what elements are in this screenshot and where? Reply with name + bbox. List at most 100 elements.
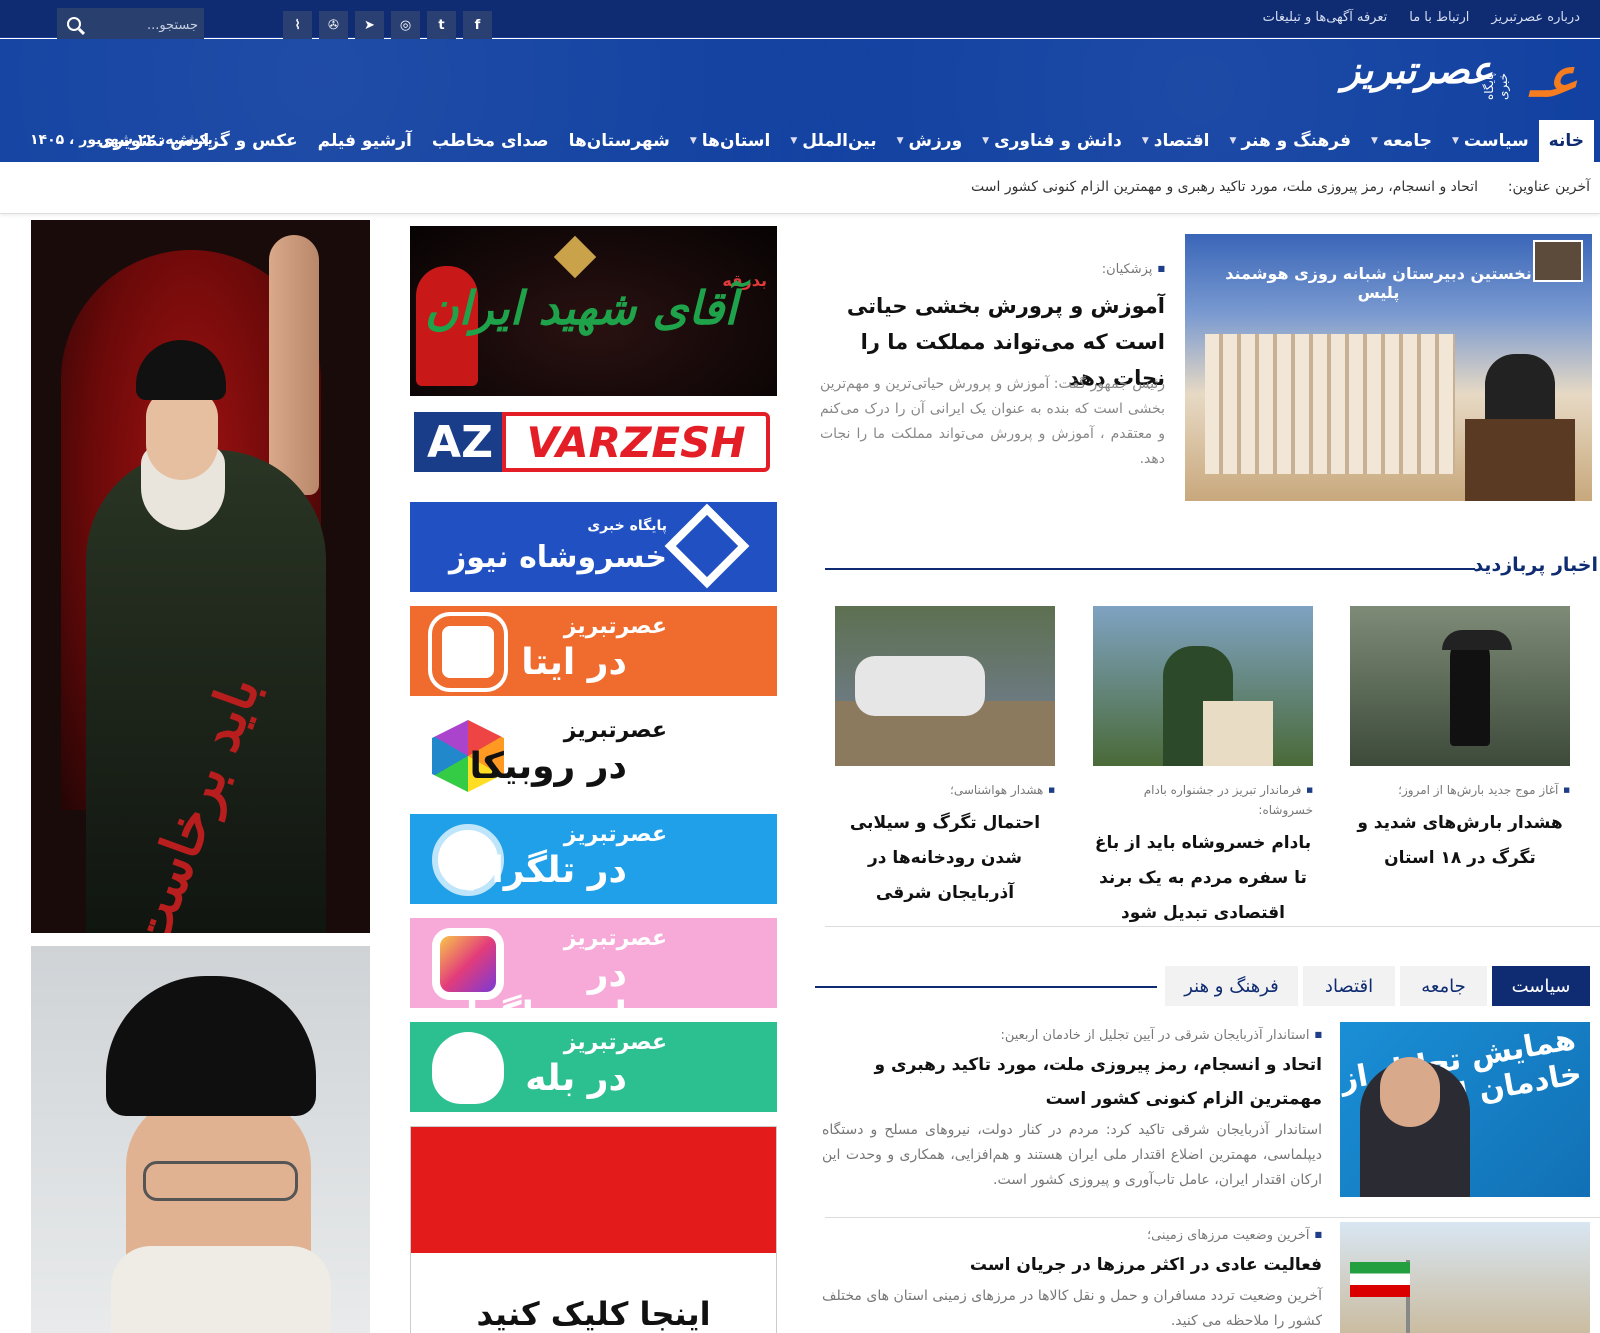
ornament-icon [553,235,597,279]
ticker-headline[interactable]: اتحاد و انسجام، رمز پیروزی ملت، مورد تاک… [971,179,1478,195]
nav-item-cities[interactable]: شهرستان‌ها [559,120,680,162]
top-link-ads[interactable]: تعرفه آگهی‌ها و تبلیغات [1263,10,1388,25]
popular-card-image [1350,606,1570,766]
story-summary: استاندار آذربایجان شرقی تاکید کرد: مردم … [822,1122,1322,1188]
nav-item-international[interactable]: بین‌الملل ▼ [780,120,886,162]
ad-rubika[interactable]: عصرتبریز در روبیکا [410,710,777,800]
lead-image-portrait [1533,240,1583,282]
nav-item-provinces[interactable]: استان‌ها ▼ [680,120,780,162]
ticker-label: آخرین عناوین: [1507,179,1590,195]
umbrella-icon [1442,630,1512,650]
lead-story-image[interactable]: نخستین دبیرستان شبانه روزی هوشمند پلیس [1185,234,1592,501]
twitter-icon[interactable]: t [427,11,456,40]
social-icons: ⌇ ✇ ➤ ◎ t f [283,11,492,40]
nav-item-audience-voice[interactable]: صدای مخاطب [422,120,559,162]
ad-click-here[interactable]: اینجا کلیک کنید [410,1126,777,1333]
popular-card-image [1093,606,1313,766]
lead-story-summary: رئیس جمهور گفت: آموزش و پرورش حیاتی‌ترین… [820,376,1165,467]
current-date: یکشنبه، ۲۲ شهریور ، ۱۴۰۵ [30,132,213,148]
poster-arm [269,235,319,495]
popular-card-kicker: آغاز موج جدید بارش‌ها از امروز؛ [1350,780,1570,800]
section-divider-line [825,568,1475,570]
nav-label: فرهنگ و هنر [1241,131,1351,151]
tab-culture[interactable]: فرهنگ و هنر [1165,966,1298,1006]
ad-social-small: عصرتبریز [563,718,667,743]
chevron-down-icon: ▼ [1370,136,1378,146]
ad-azvarzesh-varzesh: VARZESH [502,412,770,472]
aparat-icon[interactable]: ✇ [319,11,348,40]
ad-instagram[interactable]: عصرتبریز در اینستاگرام [410,918,777,1008]
ad-social-big: در ایتا [521,642,627,683]
search-box [57,8,204,42]
lead-image-building [1205,334,1455,474]
ad-khosroshah-news[interactable]: پایگاه خبری خسروشاه نیوز [410,502,777,592]
nav-item-society[interactable]: جامعه ▼ [1361,120,1442,162]
chevron-down-icon: ▼ [982,136,990,146]
tab-society[interactable]: جامعه [1400,966,1487,1006]
nav-item-culture[interactable]: فرهنگ و هنر ▼ [1220,120,1361,162]
popular-card-title[interactable]: بادام خسروشاه باید از باغ تا سفره مردم ب… [1093,826,1313,931]
story-title[interactable]: اتحاد و انسجام، رمز پیروزی ملت، مورد تاک… [822,1048,1322,1116]
tab-economy[interactable]: اقتصاد [1303,966,1395,1006]
search-icon[interactable] [67,17,81,31]
tab-politics[interactable]: سیاست [1492,966,1590,1006]
popular-card-kicker: فرماندار تبریز در جشنواره بادام خسروشاه: [1093,780,1313,820]
logo-name: عصرتبریز [1341,47,1493,92]
popular-card[interactable]: آغاز موج جدید بارش‌ها از امروز؛ هشدار با… [1350,606,1570,876]
news-ticker: آخرین عناوین: اتحاد و انسجام، رمز پیروزی… [0,162,1600,214]
story-image [1340,1222,1590,1333]
poster-leader-portrait[interactable] [31,946,370,1333]
site-logo[interactable]: عـ پایگاه خبری عصرتبریز [1298,39,1588,121]
ad-red-block [411,1127,776,1253]
top-link-about[interactable]: درباره عصرتبریز [1491,10,1580,25]
section-divider [825,926,1600,927]
nav-item-film-archive[interactable]: آرشیو فیلم [308,120,422,162]
image-figure [1450,636,1490,746]
khosroshah-logo-icon [664,503,750,589]
popular-card-title[interactable]: هشدار بارش‌های شدید و تگرگ در ۱۸ استان [1350,806,1570,876]
ad-martyr-banner[interactable]: بدرقه آقای شهید ایران [410,226,777,396]
top-bar: درباره عصرتبریز ارتباط با ما تعرفه آگهی‌… [0,0,1600,42]
nav-item-economy[interactable]: اقتصاد ▼ [1132,120,1220,162]
ad-khosroshah-small: پایگاه خبری [587,518,667,534]
portrait-glasses [143,1161,298,1201]
ad-telegram[interactable]: عصرتبریز در تلگرام [410,814,777,904]
ad-social-big: در بله [525,1058,627,1099]
popular-card[interactable]: فرماندار تبریز در جشنواره بادام خسروشاه:… [1093,606,1313,931]
section-divider [825,1217,1600,1218]
ad-click-text: اینجا کلیک کنید [476,1295,711,1333]
popular-card[interactable]: هشدار هواشناسی؛ احتمال تگرگ و سیلابی شدن… [835,606,1055,911]
nav-item-science[interactable]: دانش و فناوری ▼ [972,120,1132,162]
poster-leader-raised-fist[interactable]: باید برخاست [31,220,370,933]
instagram-icon[interactable]: ◎ [391,11,420,40]
top-link-contact[interactable]: ارتباط با ما [1409,10,1469,25]
ad-social-small: عصرتبریز [563,1030,667,1055]
search-input[interactable] [94,8,204,42]
logo-mark: عـ [1529,45,1578,109]
telegram-icon[interactable]: ➤ [355,11,384,40]
ad-azvarzesh[interactable]: AZ VARZESH [410,404,777,484]
image-podium [1203,701,1273,766]
popular-card-title[interactable]: احتمال تگرگ و سیلابی شدن رودخانه‌ها در آ… [835,806,1055,911]
ad-social-big: در روبیکا [469,746,628,787]
nav-home[interactable]: خانه [1538,120,1594,162]
chevron-down-icon: ▼ [790,136,798,146]
popular-card-kicker: هشدار هواشناسی؛ [835,780,1055,800]
nav-label: دانش و فناوری [994,131,1122,151]
rss-icon[interactable]: ⌇ [283,11,312,40]
facebook-icon[interactable]: f [463,11,492,40]
portrait-turban [106,976,316,1116]
nav-item-politics[interactable]: سیاست ▼ [1442,120,1539,162]
story-image: همایش تجلیل از خادمان اربعین [1340,1022,1590,1197]
story-title[interactable]: فعالیت عادی در اکثر مرزها در جریان است [822,1248,1322,1282]
ad-eitaa[interactable]: عصرتبریز در ایتا [410,606,777,696]
story-summary: آخرین وضعیت تردد مسافران و حمل و نقل کال… [822,1288,1322,1329]
ad-bale[interactable]: عصرتبریز در بله [410,1022,777,1112]
chevron-down-icon: ▼ [1229,136,1237,146]
nav-label: سیاست [1463,131,1529,151]
nav-item-sport[interactable]: ورزش ▼ [887,120,973,162]
bale-icon [432,1032,504,1104]
nav-label: استان‌ها [701,131,771,151]
ad-social-small: عصرتبریز [563,926,667,951]
chevron-down-icon: ▼ [1451,136,1459,146]
